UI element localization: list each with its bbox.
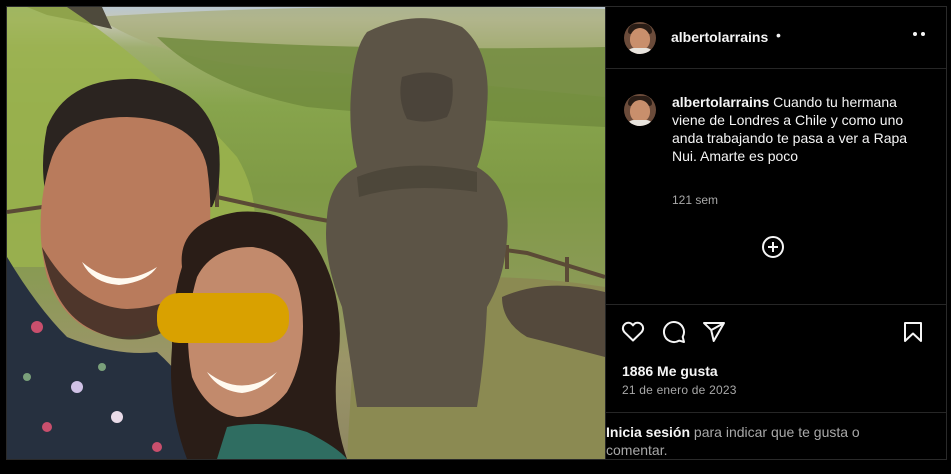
paper-plane-icon[interactable]	[702, 320, 726, 344]
avatar[interactable]	[624, 22, 656, 54]
post-header: albertolarrains •	[606, 7, 946, 69]
username-link[interactable]: albertolarrains	[671, 29, 768, 45]
post-time-ago[interactable]: 121 sem	[672, 193, 718, 207]
photo-scene	[7, 7, 605, 459]
plus-circle-icon[interactable]	[762, 236, 784, 258]
post-dialog: albertolarrains • albertolarrains Cuando…	[6, 6, 947, 460]
login-link[interactable]: Inicia sesión	[606, 424, 690, 440]
comment-bubble-icon[interactable]	[662, 320, 686, 344]
caption-avatar[interactable]	[624, 94, 656, 126]
bookmark-icon[interactable]	[901, 320, 925, 344]
post-date[interactable]: 21 de enero de 2023	[622, 383, 737, 397]
post-sidebar: albertolarrains • albertolarrains Cuando…	[605, 7, 946, 459]
heart-icon[interactable]	[621, 320, 645, 344]
header-separator: •	[776, 27, 781, 43]
redaction-bar	[157, 293, 289, 343]
login-prompt: Inicia sesión para indicar que te gusta …	[606, 412, 946, 459]
like-count[interactable]: 1886 Me gusta	[622, 363, 718, 379]
comments-section: albertolarrains Cuando tu hermana viene …	[606, 69, 946, 303]
post-caption: albertolarrains Cuando tu hermana viene …	[672, 93, 924, 165]
more-horizontal-icon[interactable]	[913, 31, 929, 37]
post-photo[interactable]	[7, 7, 605, 459]
caption-username[interactable]: albertolarrains	[672, 94, 769, 110]
login-text: Inicia sesión para indicar que te gusta …	[606, 423, 906, 459]
